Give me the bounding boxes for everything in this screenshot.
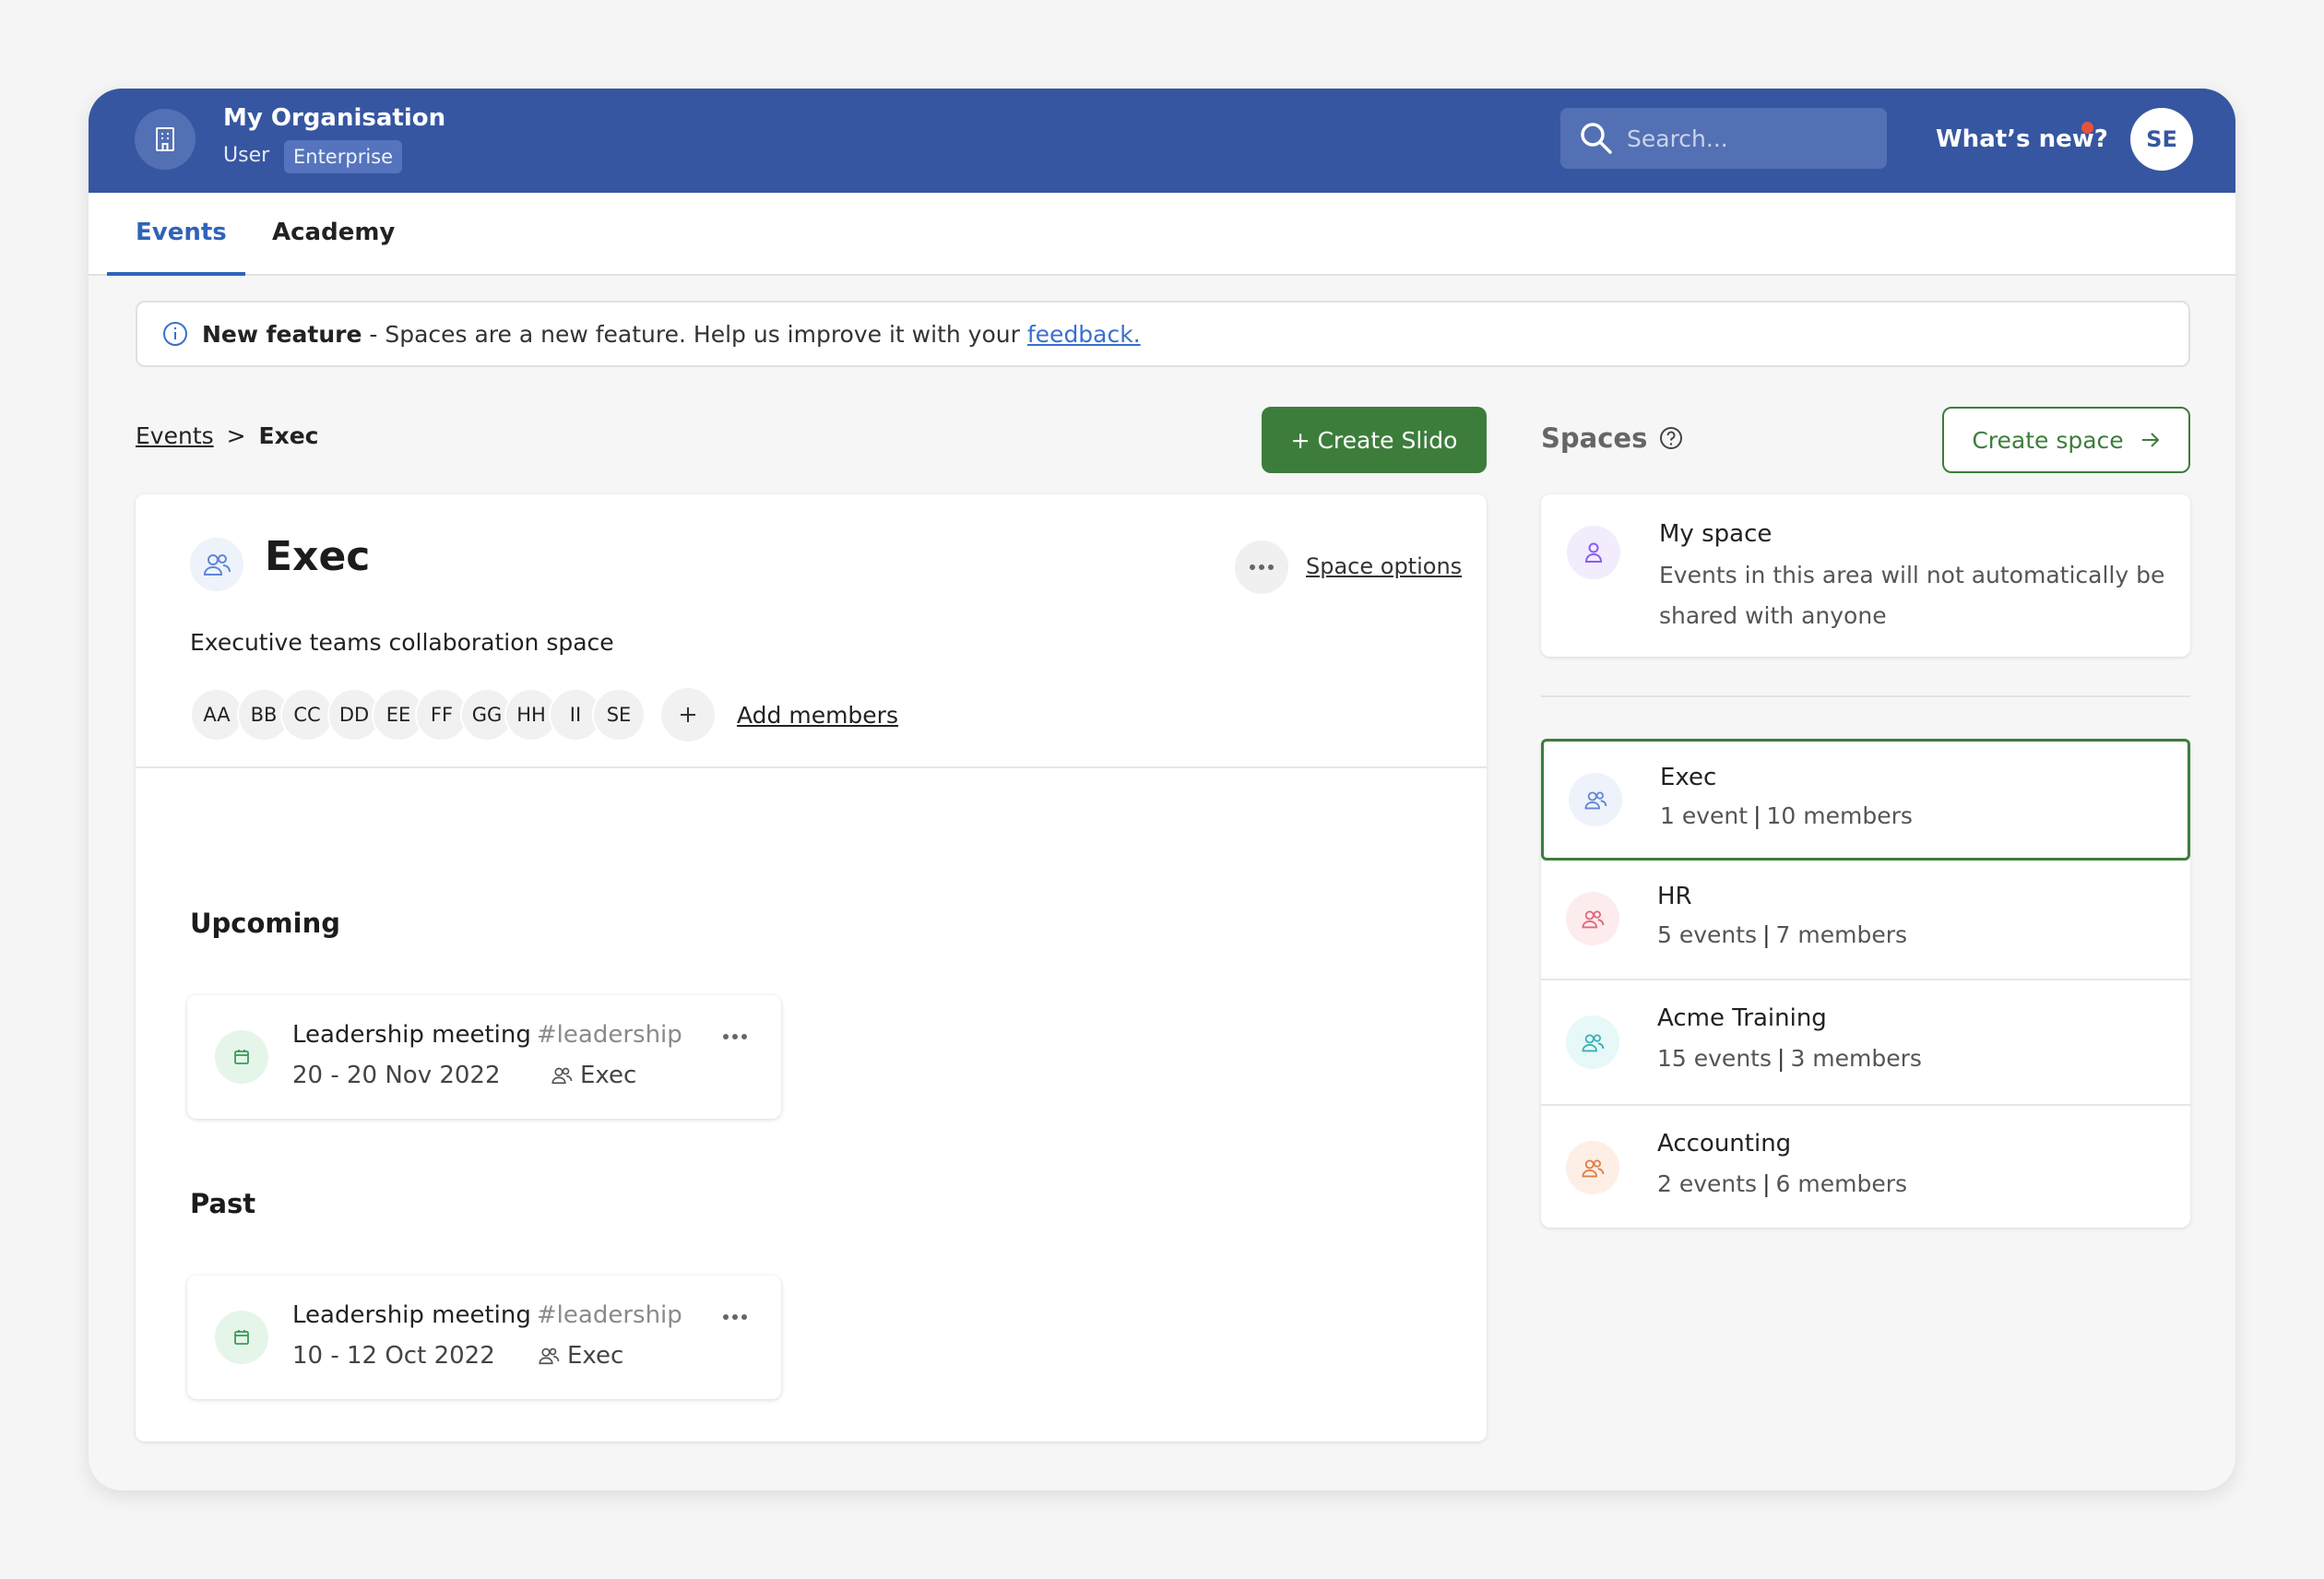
- space-member-count: 10 members: [1766, 802, 1913, 829]
- search-input[interactable]: [1627, 108, 1876, 169]
- space-group-icon: [551, 1067, 573, 1085]
- banner-title: New feature: [202, 320, 362, 348]
- space-meta: 15 events | 3 members: [1657, 1045, 1922, 1072]
- space-options-link[interactable]: Space options: [1306, 553, 1462, 579]
- event-more-icon[interactable]: [722, 1307, 748, 1324]
- help-icon[interactable]: [1658, 425, 1684, 451]
- space-event-count: 1 event: [1660, 802, 1749, 829]
- space-meta: 2 events | 6 members: [1657, 1170, 1908, 1197]
- member-avatar[interactable]: AA: [190, 688, 243, 742]
- app-window: My Organisation User Enterprise What’s n…: [89, 89, 2235, 1490]
- event-name: Leadership meeting: [292, 1021, 531, 1049]
- plan-badge: Enterprise: [284, 140, 403, 173]
- space-title: Exec: [265, 533, 371, 580]
- tab-bar: Events Academy: [89, 193, 2235, 276]
- my-space-card[interactable]: My space Events in this area will not au…: [1541, 494, 2190, 657]
- space-event-count: 15 events: [1657, 1045, 1772, 1072]
- spaces-list: Exec 1 event | 10 members HR 5 events | 7 me…: [1541, 739, 2190, 1228]
- search-icon: [1579, 121, 1614, 160]
- space-group-icon: [190, 538, 243, 591]
- space-item-acme-training[interactable]: Acme Training 15 events | 3 members: [1541, 980, 2190, 1106]
- breadcrumb-current: Exec: [258, 422, 319, 449]
- space-group-icon: [1566, 1015, 1619, 1069]
- search-box[interactable]: [1560, 108, 1887, 169]
- person-icon: [1567, 526, 1620, 579]
- create-space-button[interactable]: Create space: [1942, 407, 2190, 473]
- notification-dot: [2081, 122, 2093, 134]
- spaces-heading-text: Spaces: [1541, 422, 1648, 454]
- space-group-icon: [1566, 892, 1619, 945]
- space-member-count: 7 members: [1775, 921, 1908, 948]
- event-date: 10 - 12 Oct 2022: [292, 1342, 495, 1370]
- event-title[interactable]: Leadership meeting #leadership: [292, 1301, 682, 1329]
- breadcrumb: Events > Exec: [136, 422, 319, 449]
- banner-text: - Spaces are a new feature. Help us impr…: [362, 320, 1020, 348]
- arrow-right-icon: [2141, 433, 2160, 447]
- divider: [1541, 695, 2190, 697]
- event-card[interactable]: Leadership meeting #leadership 20 - 20 No…: [187, 995, 781, 1119]
- space-name: HR: [1657, 883, 1692, 910]
- event-space-name: Exec: [567, 1342, 624, 1370]
- space-description: Executive teams collaboration space: [190, 629, 614, 656]
- my-space-title: My space: [1659, 520, 1773, 548]
- new-feature-banner: New feature - Spaces are a new feature. …: [136, 301, 2190, 367]
- event-title[interactable]: Leadership meeting #leadership: [292, 1021, 682, 1049]
- event-space: Exec: [538, 1342, 623, 1370]
- past-heading: Past: [190, 1188, 256, 1219]
- active-tab-indicator: [107, 272, 245, 276]
- divider: [136, 766, 1487, 768]
- space-group-icon: [539, 1347, 560, 1365]
- event-space: Exec: [551, 1062, 636, 1089]
- my-space-description: Events in this area will not automatical…: [1659, 562, 2165, 629]
- info-icon: [161, 320, 189, 348]
- space-event-count: 2 events: [1657, 1170, 1758, 1197]
- space-meta: 1 event | 10 members: [1660, 802, 1913, 829]
- event-date: 20 - 20 Nov 2022: [292, 1062, 501, 1089]
- tab-events[interactable]: Events: [136, 219, 227, 246]
- space-member-count: 3 members: [1790, 1045, 1922, 1072]
- upcoming-heading: Upcoming: [190, 908, 340, 939]
- event-more-icon[interactable]: [722, 1027, 748, 1044]
- organisation-name[interactable]: My Organisation: [223, 104, 445, 132]
- space-group-icon: [1566, 1141, 1619, 1194]
- event-tag: #leadership: [536, 1021, 682, 1049]
- add-member-button[interactable]: [661, 688, 715, 742]
- breadcrumb-separator: >: [226, 422, 246, 449]
- event-space-name: Exec: [580, 1062, 637, 1089]
- more-options-button[interactable]: [1235, 540, 1288, 594]
- top-bar: My Organisation User Enterprise What’s n…: [89, 89, 2235, 193]
- event-name: Leadership meeting: [292, 1301, 531, 1329]
- space-name: Acme Training: [1657, 1004, 1827, 1032]
- user-role: User: [223, 144, 270, 167]
- user-avatar[interactable]: SE: [2130, 108, 2193, 171]
- space-detail-card: Exec Space options Executive teams colla…: [136, 494, 1487, 1442]
- create-slido-button[interactable]: + Create Slido: [1262, 407, 1487, 473]
- tab-academy[interactable]: Academy: [272, 219, 395, 246]
- space-item-exec[interactable]: Exec 1 event | 10 members: [1541, 739, 2190, 861]
- calendar-icon: [215, 1030, 268, 1084]
- space-event-count: 5 events: [1657, 921, 1758, 948]
- space-name: Accounting: [1657, 1130, 1792, 1158]
- space-item-hr[interactable]: HR 5 events | 7 members: [1541, 861, 2190, 980]
- space-meta: 5 events | 7 members: [1657, 921, 1908, 948]
- member-avatar[interactable]: SE: [592, 688, 646, 742]
- breadcrumb-events-link[interactable]: Events: [136, 422, 214, 449]
- feedback-link[interactable]: feedback.: [1027, 321, 1141, 348]
- add-members-link[interactable]: Add members: [737, 702, 898, 729]
- space-item-accounting[interactable]: Accounting 2 events | 6 members: [1541, 1106, 2190, 1228]
- space-name: Exec: [1660, 764, 1717, 791]
- organisation-icon[interactable]: [135, 109, 196, 170]
- calendar-icon: [215, 1311, 268, 1364]
- space-member-count: 6 members: [1775, 1170, 1908, 1197]
- spaces-heading: Spaces: [1541, 422, 1684, 454]
- create-space-label: Create space: [1972, 426, 2124, 454]
- member-avatar[interactable]: CC: [280, 688, 334, 742]
- event-card[interactable]: Leadership meeting #leadership 10 - 12 Oc…: [187, 1276, 781, 1399]
- space-group-icon: [1569, 773, 1622, 826]
- event-tag: #leadership: [536, 1301, 682, 1329]
